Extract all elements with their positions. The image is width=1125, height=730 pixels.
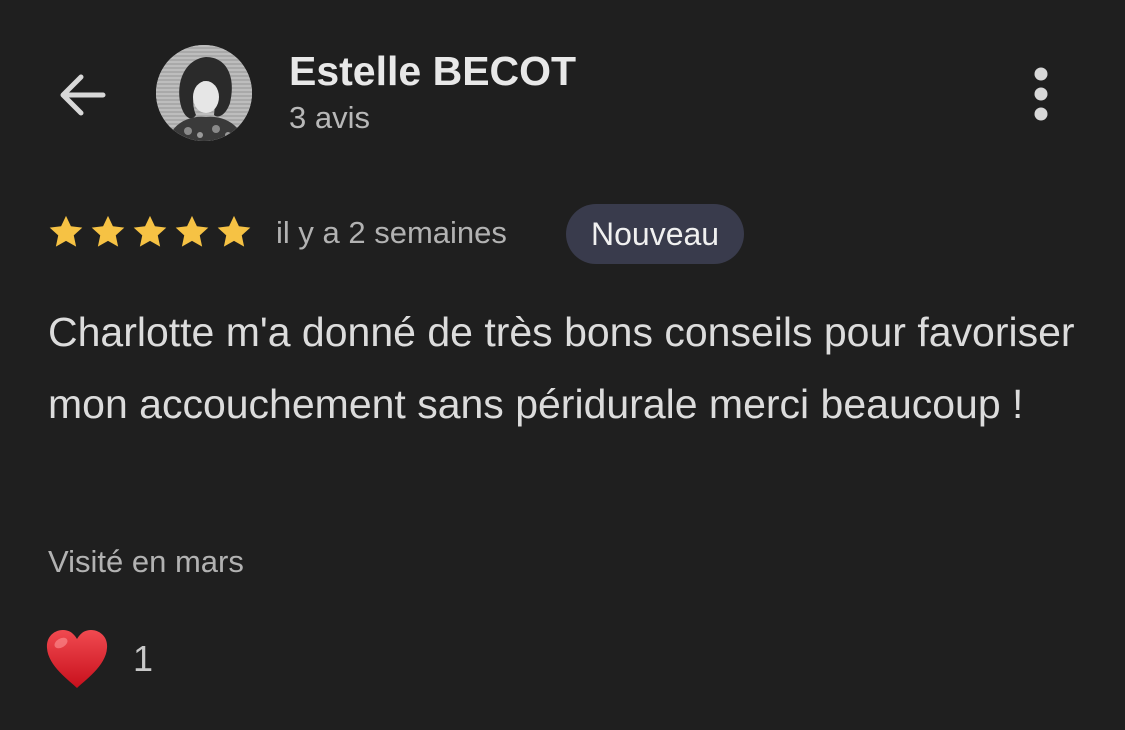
arrow-back-icon — [60, 74, 106, 116]
star-icon — [133, 215, 167, 247]
like-count: 1 — [133, 638, 154, 679]
avatar-photo — [156, 45, 252, 141]
heart-icon — [46, 630, 108, 688]
author-name[interactable]: Estelle BECOT — [289, 48, 576, 95]
star-icon — [49, 215, 83, 247]
review-text: Charlotte m'a donné de très bons conseil… — [48, 309, 1075, 427]
visit-date: Visité en mars — [48, 544, 244, 579]
new-badge: Nouveau — [566, 204, 745, 264]
avatar[interactable] — [156, 45, 252, 141]
star-icon — [91, 215, 125, 247]
star-icon — [175, 215, 209, 247]
author-review-count: 3 avis — [289, 100, 370, 135]
review-date: il y a 2 semaines — [276, 215, 507, 250]
more-vertical-icon — [1034, 67, 1048, 121]
star-rating — [47, 213, 253, 251]
more-options-button[interactable] — [1016, 64, 1066, 124]
star-icon — [217, 215, 251, 247]
back-button[interactable] — [52, 64, 114, 126]
like-button[interactable]: 1 — [44, 628, 153, 690]
